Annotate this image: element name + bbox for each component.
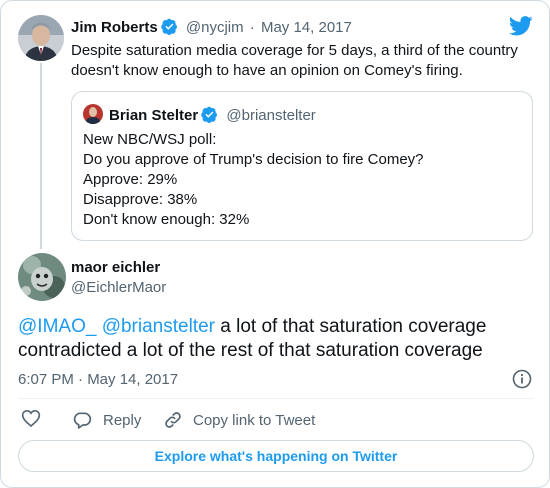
avatar-maor-eichler[interactable] [18,253,66,301]
reply-author-name[interactable]: maor eichler [71,259,160,276]
info-icon[interactable] [512,369,532,389]
tweet-embed-card: Jim Roberts @nycjim · May 14, 2017 Despi… [0,0,550,488]
quoted-tweet[interactable]: Brian Stelter @brianstelter New NBC/WSJ … [71,91,533,241]
original-tweet-header: Jim Roberts @nycjim · May 14, 2017 [71,18,352,39]
copy-link-button[interactable]: Copy link to Tweet [163,409,315,431]
reply-tweet-text: @IMAO_ @brianstelter a lot of that satur… [18,315,538,363]
twitter-bird-icon[interactable] [508,15,533,37]
original-tweet-date[interactable]: May 14, 2017 [261,19,352,36]
reply-timestamp[interactable]: 6:07 PM · May 14, 2017 [18,371,178,388]
reply-button[interactable]: Reply [72,409,141,431]
reply-bubble-icon [72,410,92,430]
verified-badge-icon [201,106,218,127]
divider [18,398,534,399]
heart-icon [21,408,41,432]
quoted-author-name: Brian Stelter [109,107,199,124]
quoted-tweet-text: New NBC/WSJ poll: Do you approve of Trum… [83,130,424,230]
mention-brianstelter[interactable]: @brianstelter [102,316,215,337]
avatar-brian-stelter [83,104,103,124]
quoted-author-handle: @brianstelter [226,107,316,124]
original-author-name[interactable]: Jim Roberts [71,19,158,36]
verified-badge-icon [160,18,178,39]
like-button[interactable] [21,409,41,431]
link-icon [163,410,183,430]
reply-text-part: a lot of that saturation coverage [214,316,487,337]
reply-text-part: contradicted a lot of the rest of that s… [18,340,483,361]
explore-twitter-button[interactable]: Explore what's happening on Twitter [18,440,534,472]
quoted-line: Approve: 29% [83,171,178,188]
copy-link-label: Copy link to Tweet [193,411,316,429]
original-author-handle[interactable]: @nycjim [186,19,244,36]
quoted-line: Do you approve of Trump's decision to fi… [83,151,424,168]
quoted-line: Disapprove: 38% [83,191,198,208]
reply-author-handle[interactable]: @EichlerMaor [71,279,166,296]
quoted-line: New NBC/WSJ poll: [83,131,217,148]
header-separator: · [249,19,255,36]
quoted-tweet-header: Brian Stelter @brianstelter [109,106,316,127]
quoted-line: Don't know enough: 32% [83,211,250,228]
avatar-jim-roberts[interactable] [18,15,64,61]
original-tweet-text: Despite saturation media coverage for 5 … [71,42,518,79]
reply-label: Reply [103,411,142,429]
thread-connector-line [40,63,42,249]
mention-imao[interactable]: @IMAO_ [18,316,96,337]
